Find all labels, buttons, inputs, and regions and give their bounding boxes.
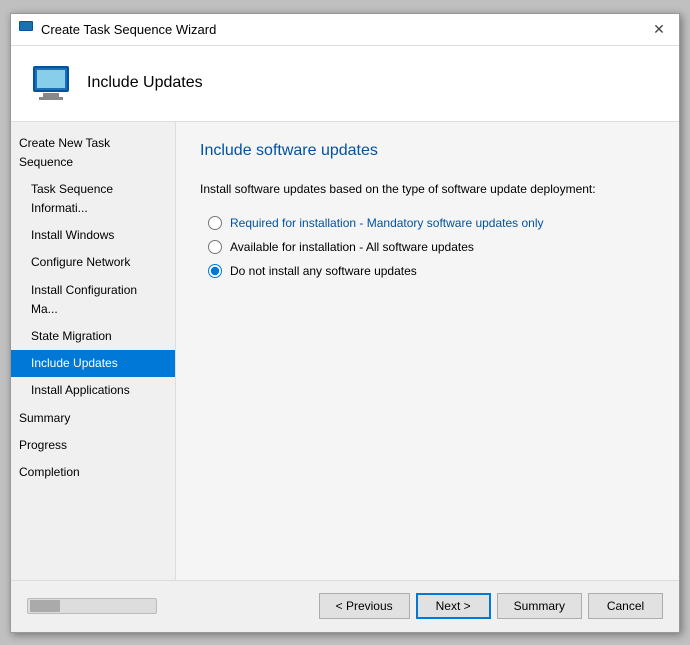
sidebar-item-summary[interactable]: Summary [11, 405, 175, 432]
close-button[interactable]: ✕ [647, 17, 671, 41]
sidebar-item-state-migration[interactable]: State Migration [11, 323, 175, 350]
cancel-button[interactable]: Cancel [588, 593, 663, 619]
content-area: Include software updates Install softwar… [176, 122, 679, 580]
sidebar-item-include-updates[interactable]: Include Updates [11, 350, 175, 377]
title-bar: Create Task Sequence Wizard ✕ [11, 14, 679, 46]
header-title: Include Updates [87, 74, 203, 92]
sidebar: Create New Task Sequence Task Sequence I… [11, 122, 176, 580]
window-icon [19, 21, 35, 37]
title-bar-left: Create Task Sequence Wizard [19, 21, 216, 37]
radio-none-input[interactable] [208, 264, 222, 278]
wizard-header: Include Updates [11, 46, 679, 122]
radio-available-input[interactable] [208, 240, 222, 254]
footer-scrollbar[interactable] [27, 598, 157, 614]
next-button[interactable]: Next > [416, 593, 491, 619]
content-title: Include software updates [200, 142, 655, 160]
radio-required-label: Required for installation - Mandatory so… [230, 216, 544, 230]
sidebar-item-progress[interactable]: Progress [11, 432, 175, 459]
radio-none-label: Do not install any software updates [230, 264, 417, 278]
footer-buttons: < Previous Next > Summary Cancel [319, 593, 663, 619]
wizard-window: Create Task Sequence Wizard ✕ Include Up… [10, 13, 680, 633]
sidebar-item-install-windows[interactable]: Install Windows [11, 222, 175, 249]
window-title: Create Task Sequence Wizard [41, 22, 216, 37]
header-icon [27, 59, 75, 107]
previous-button[interactable]: < Previous [319, 593, 410, 619]
radio-required[interactable]: Required for installation - Mandatory so… [208, 216, 655, 230]
sidebar-item-completion[interactable]: Completion [11, 459, 175, 486]
wizard-body: Create New Task Sequence Task Sequence I… [11, 122, 679, 580]
radio-available[interactable]: Available for installation - All softwar… [208, 240, 655, 254]
summary-button[interactable]: Summary [497, 593, 582, 619]
radio-required-input[interactable] [208, 216, 222, 230]
sidebar-item-install-config-mgr[interactable]: Install Configuration Ma... [11, 277, 175, 323]
sidebar-item-create-new[interactable]: Create New Task Sequence [11, 130, 175, 176]
scrollbar-thumb [30, 600, 60, 612]
wizard-footer: < Previous Next > Summary Cancel [11, 580, 679, 632]
sidebar-item-install-applications[interactable]: Install Applications [11, 377, 175, 404]
content-description: Install software updates based on the ty… [200, 180, 655, 198]
sidebar-item-configure-network[interactable]: Configure Network [11, 249, 175, 276]
radio-group: Required for installation - Mandatory so… [208, 216, 655, 278]
sidebar-item-task-info[interactable]: Task Sequence Informati... [11, 176, 175, 222]
radio-available-label: Available for installation - All softwar… [230, 240, 474, 254]
radio-none[interactable]: Do not install any software updates [208, 264, 655, 278]
